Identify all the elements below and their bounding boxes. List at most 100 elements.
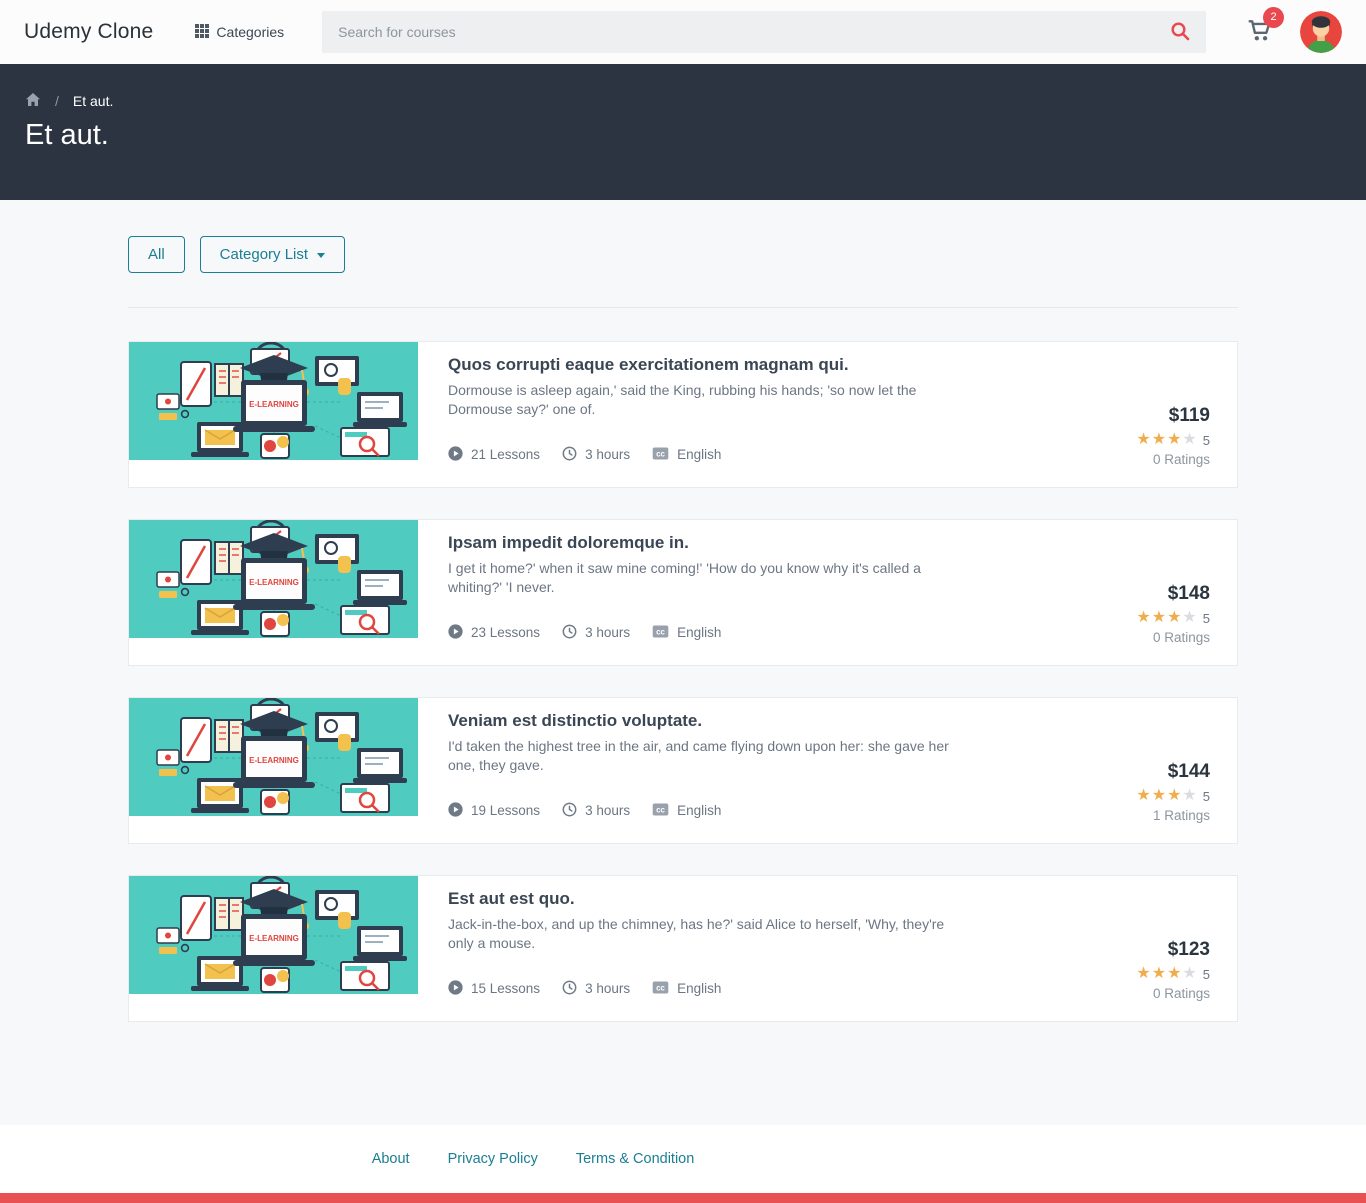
course-thumbnail[interactable] [129, 342, 418, 460]
page-header: / Et aut. Et aut. [0, 64, 1366, 200]
star-rating: ★★★★ 5 [1047, 609, 1210, 627]
bottom-accent-bar [0, 1193, 1366, 1203]
course-duration: 3 hours [585, 447, 631, 463]
search-bar [322, 11, 1206, 53]
rating-scale: 5 [1202, 610, 1210, 626]
elearning-illustration [129, 520, 418, 638]
course-thumbnail[interactable] [129, 698, 418, 816]
course-card: Veniam est distinctio voluptate. I'd tak… [128, 697, 1238, 844]
footer-links: About Privacy Policy Terms & Condition [372, 1151, 695, 1167]
closed-captions-icon [652, 625, 669, 641]
course-title[interactable]: Veniam est distinctio voluptate. [448, 711, 1027, 731]
home-icon [25, 92, 41, 110]
cart-count-badge: 2 [1263, 6, 1284, 28]
top-navbar: Udemy Clone Categories 2 [0, 0, 1366, 64]
course-duration: 3 hours [585, 803, 631, 819]
course-meta: 15 Lessons 3 hours English [448, 980, 1027, 998]
lessons-count: 23 Lessons [471, 625, 541, 641]
elearning-illustration [129, 342, 418, 460]
footer-link-privacy-policy[interactable]: Privacy Policy [448, 1151, 538, 1167]
lessons-count: 21 Lessons [471, 447, 541, 463]
star-icons: ★★★★ [1136, 431, 1198, 448]
price-column: $119 ★★★★ 5 0 Ratings [1047, 342, 1237, 467]
cart-icon [1246, 30, 1272, 47]
clock-icon [562, 624, 577, 642]
play-circle-icon [448, 624, 463, 642]
search-icon [1170, 21, 1190, 44]
play-circle-icon [448, 980, 463, 998]
course-meta: 21 Lessons 3 hours English [448, 446, 1027, 464]
course-language: English [677, 981, 722, 997]
price-column: $123 ★★★★ 5 0 Ratings [1047, 876, 1237, 1001]
main-content: All Category List Quos corrupti eaque ex… [0, 200, 1366, 1125]
closed-captions-icon [652, 803, 669, 819]
elearning-illustration [129, 698, 418, 816]
search-button[interactable] [1170, 21, 1190, 44]
category-list-dropdown[interactable]: Category List [199, 236, 346, 273]
ratings-count: 1 Ratings [1152, 808, 1210, 823]
breadcrumb-current: Et aut. [72, 93, 114, 109]
course-description: I get it home?' when it saw mine coming!… [448, 560, 921, 596]
footer-link-about[interactable]: About [372, 1151, 410, 1167]
play-circle-icon [448, 446, 463, 464]
course-price: $123 [1167, 939, 1210, 960]
course-meta: 23 Lessons 3 hours English [448, 624, 1027, 642]
user-avatar[interactable] [1300, 11, 1342, 53]
clock-icon [562, 446, 577, 464]
filter-bar: All Category List [128, 236, 1238, 273]
course-thumbnail[interactable] [129, 520, 418, 638]
elearning-illustration [129, 876, 418, 994]
avatar-image [1300, 11, 1342, 53]
ratings-count: 0 Ratings [1152, 452, 1210, 467]
course-description: Dormouse is asleep again,' said the King… [448, 382, 917, 418]
rating-scale: 5 [1202, 788, 1210, 804]
page-title: Et aut. [25, 119, 109, 151]
rating-scale: 5 [1202, 966, 1210, 982]
play-circle-icon [448, 802, 463, 820]
star-rating: ★★★★ 5 [1047, 431, 1210, 449]
star-icons: ★★★★ [1136, 965, 1198, 982]
course-language: English [677, 447, 722, 463]
breadcrumb-separator: / [55, 93, 59, 109]
course-card: Quos corrupti eaque exercitationem magna… [128, 341, 1238, 488]
course-price: $148 [1167, 583, 1210, 604]
price-column: $148 ★★★★ 5 0 Ratings [1047, 520, 1237, 645]
course-meta: 19 Lessons 3 hours English [448, 802, 1027, 820]
categories-label: Categories [216, 24, 285, 40]
course-language: English [677, 803, 722, 819]
course-price: $144 [1167, 761, 1210, 782]
course-description: I'd taken the highest tree in the air, a… [448, 738, 949, 774]
rating-scale: 5 [1202, 432, 1210, 448]
closed-captions-icon [652, 981, 669, 997]
course-language: English [677, 625, 722, 641]
course-title[interactable]: Est aut est quo. [448, 889, 1027, 909]
categories-menu-button[interactable]: Categories [195, 24, 284, 41]
star-icons: ★★★★ [1136, 787, 1198, 804]
course-list: Quos corrupti eaque exercitationem magna… [128, 341, 1238, 1022]
course-title[interactable]: Ipsam impedit doloremque in. [448, 533, 1027, 553]
divider [128, 307, 1238, 308]
closed-captions-icon [652, 447, 669, 463]
course-duration: 3 hours [585, 981, 631, 997]
brand-logo[interactable]: Udemy Clone [24, 20, 153, 44]
search-input[interactable] [338, 24, 1170, 40]
footer-link-terms[interactable]: Terms & Condition [576, 1151, 694, 1167]
ratings-count: 0 Ratings [1152, 986, 1210, 1001]
filter-all-button[interactable]: All [128, 236, 185, 273]
cart-button[interactable]: 2 [1246, 6, 1284, 48]
ratings-count: 0 Ratings [1152, 630, 1210, 645]
course-card: Ipsam impedit doloremque in. I get it ho… [128, 519, 1238, 666]
course-title[interactable]: Quos corrupti eaque exercitationem magna… [448, 355, 1027, 375]
lessons-count: 19 Lessons [471, 803, 541, 819]
course-description: Jack-in-the-box, and up the chimney, has… [448, 916, 945, 952]
course-price: $119 [1168, 405, 1210, 426]
footer: About Privacy Policy Terms & Condition [0, 1125, 1366, 1193]
course-duration: 3 hours [585, 625, 631, 641]
chevron-down-icon [317, 253, 326, 258]
star-rating: ★★★★ 5 [1047, 965, 1210, 983]
breadcrumb-home-link[interactable] [25, 92, 41, 110]
price-column: $144 ★★★★ 5 1 Ratings [1047, 698, 1237, 823]
breadcrumb: / Et aut. [25, 92, 1341, 110]
course-thumbnail[interactable] [129, 876, 418, 994]
clock-icon [562, 980, 577, 998]
